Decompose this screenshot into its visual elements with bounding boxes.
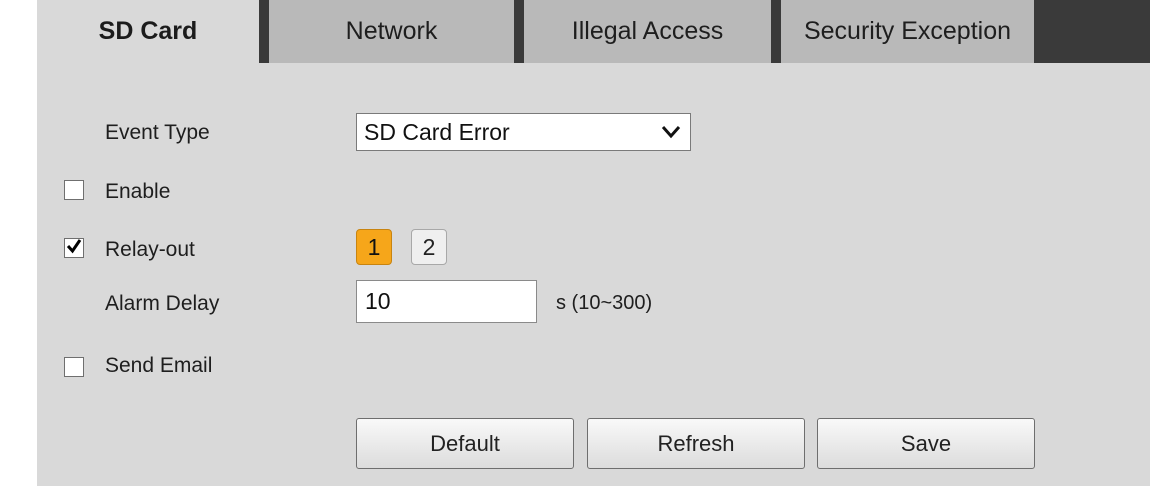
tab-security-exception[interactable]: Security Exception [781,0,1034,63]
tab-bar-filler [1034,0,1150,63]
enable-label: Enable [105,180,171,203]
alarm-delay-unit: s (10~300) [556,292,653,314]
settings-panel [37,0,1150,486]
refresh-button[interactable]: Refresh [587,418,805,469]
chevron-down-icon [660,124,682,145]
send-email-label: Send Email [105,354,213,377]
tab-illegal-access[interactable]: Illegal Access [524,0,771,63]
send-email-checkbox[interactable] [64,357,84,377]
alarm-delay-input[interactable] [356,280,537,323]
event-type-select[interactable]: SD Card Error [356,113,691,151]
default-button[interactable]: Default [356,418,574,469]
tab-separator [514,0,524,63]
tab-separator [771,0,781,63]
tab-bar: SD Card Network Illegal Access Security … [37,0,1150,63]
tab-network[interactable]: Network [269,0,514,63]
enable-checkbox[interactable] [64,180,84,200]
checkmark-icon [65,237,83,260]
relay-channel-2-button[interactable]: 2 [411,229,447,265]
tab-sd-card[interactable]: SD Card [37,0,259,63]
save-button[interactable]: Save [817,418,1035,469]
relay-out-label: Relay-out [105,238,195,261]
alarm-delay-label: Alarm Delay [105,292,220,315]
event-type-label: Event Type [105,121,210,144]
event-type-value: SD Card Error [364,119,510,145]
relay-channel-1-button[interactable]: 1 [356,229,392,265]
tab-separator [259,0,269,63]
relay-out-checkbox[interactable] [64,238,84,258]
